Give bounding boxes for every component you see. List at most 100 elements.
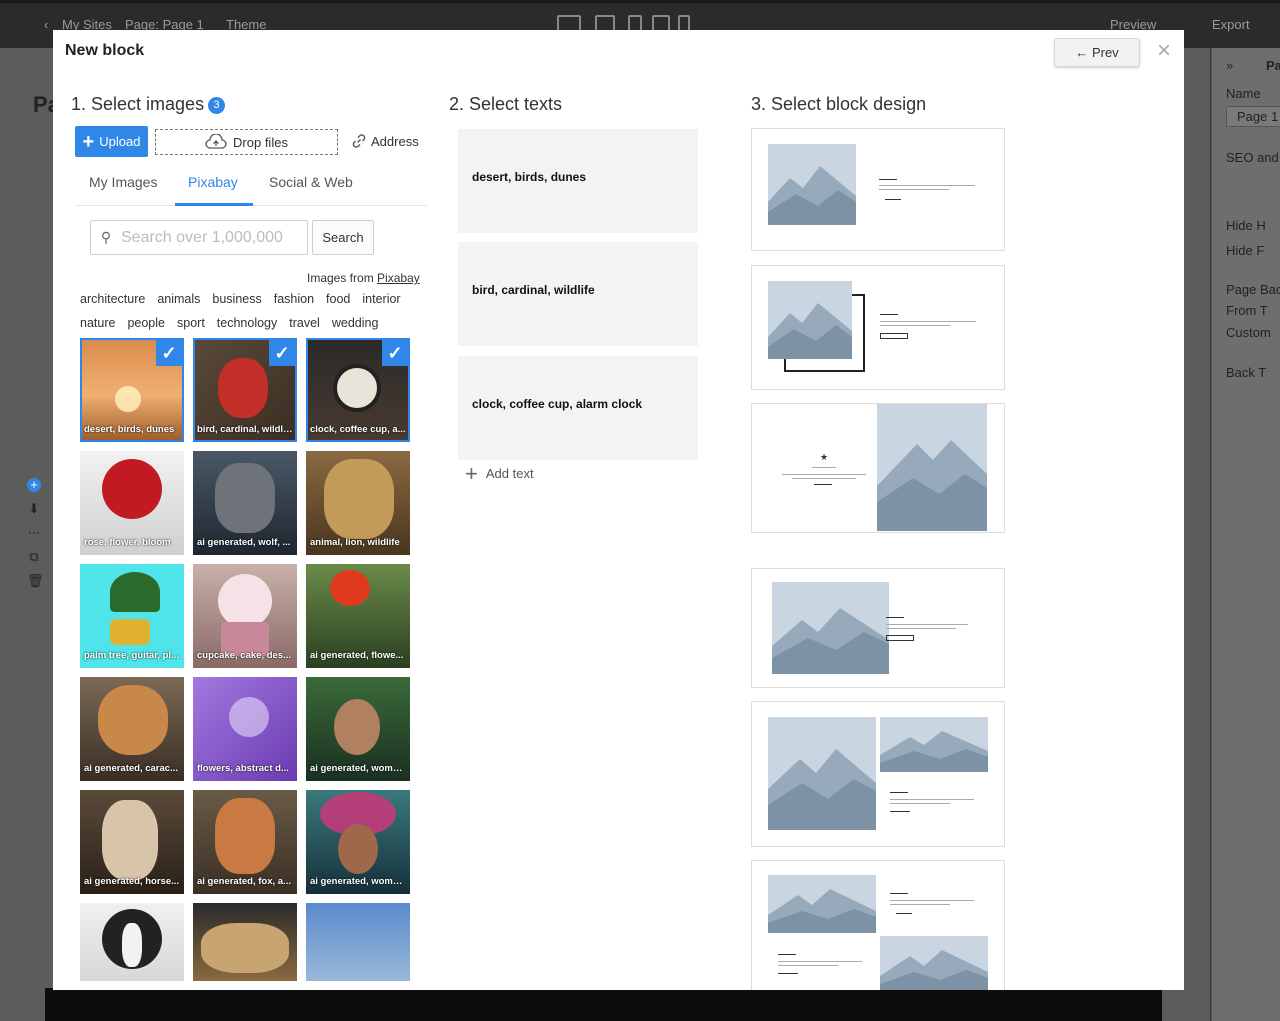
hide-footer-checkbox[interactable]: Hide F — [1226, 243, 1264, 258]
image-tile[interactable]: palm tree, guitar, pl... — [80, 564, 184, 668]
design-option-2[interactable] — [751, 265, 1005, 390]
image-tile[interactable]: ai generated, woma... — [306, 790, 410, 894]
image-art — [122, 923, 142, 967]
mini-button — [880, 333, 908, 339]
more-icon[interactable]: ⋯ — [27, 526, 41, 540]
collapse-panel-icon[interactable]: » — [1226, 58, 1233, 73]
add-block-icon[interactable]: + — [27, 478, 41, 492]
mini-text — [782, 474, 866, 475]
tab-pixabay[interactable]: Pixabay — [188, 174, 238, 190]
prev-button[interactable]: ← Prev — [1054, 38, 1140, 67]
delete-icon[interactable]: 🗑 — [27, 574, 44, 588]
image-tile[interactable]: ai generated, flowe... — [306, 564, 410, 668]
search-button[interactable]: Search — [312, 220, 374, 255]
upload-button[interactable]: + Upload — [75, 126, 148, 157]
image-tile[interactable]: rose, flower, bloom — [80, 451, 184, 555]
mini-heading — [879, 179, 897, 180]
pixabay-credit: Images from Pixabay — [307, 271, 420, 285]
mini-text — [879, 185, 975, 186]
image-tile[interactable]: ai generated, carac... — [80, 677, 184, 781]
image-tile[interactable] — [306, 903, 410, 981]
page-background-label: Page Back — [1226, 282, 1280, 297]
image-caption — [306, 974, 410, 981]
category-link[interactable]: travel — [289, 316, 320, 330]
name-input[interactable]: Page 1 — [1226, 106, 1280, 127]
image-placeholder-icon — [877, 404, 987, 531]
image-art — [102, 459, 162, 519]
image-caption: ai generated, wolf, ... — [197, 537, 291, 548]
checkmark-icon[interactable]: ✓ — [156, 340, 182, 366]
back-chevron-icon[interactable]: ‹ — [44, 17, 48, 32]
image-caption: ai generated, fox, a... — [197, 876, 291, 887]
design-option-1[interactable] — [751, 128, 1005, 251]
image-art — [201, 923, 289, 973]
image-tile[interactable] — [80, 903, 184, 981]
category-link[interactable]: architecture — [80, 292, 145, 306]
mini-text — [890, 900, 974, 901]
mini-text — [890, 799, 974, 800]
image-tile[interactable]: flowers, abstract d... — [193, 677, 297, 781]
image-tile[interactable]: ai generated, horse... — [80, 790, 184, 894]
star-icon: ★ — [820, 452, 829, 462]
duplicate-icon[interactable]: ⧉ — [27, 550, 41, 564]
image-caption: rose, flower, bloom — [84, 537, 171, 548]
checkmark-icon[interactable]: ✓ — [382, 340, 408, 366]
design-option-6[interactable] — [751, 860, 1005, 990]
text-card[interactable]: clock, coffee cup, alarm clock — [458, 356, 698, 460]
image-art — [98, 685, 168, 755]
design-option-4[interactable] — [751, 568, 1005, 688]
hide-header-checkbox[interactable]: Hide H — [1226, 218, 1266, 233]
category-link[interactable]: animals — [157, 292, 200, 306]
text-card[interactable]: desert, birds, dunes — [458, 129, 698, 233]
category-link[interactable]: technology — [217, 316, 277, 330]
mini-text — [890, 904, 950, 905]
image-art — [115, 386, 141, 412]
image-caption: clock, coffee cup, a... — [310, 424, 406, 435]
category-link[interactable]: fashion — [274, 292, 314, 306]
category-link[interactable]: business — [212, 292, 261, 306]
image-tile[interactable]: ✓ clock, coffee cup, a... — [306, 338, 410, 442]
category-link[interactable]: nature — [80, 316, 115, 330]
mini-text — [880, 325, 950, 326]
image-tile[interactable]: ai generated, woma... — [306, 677, 410, 781]
category-link[interactable]: people — [127, 316, 165, 330]
close-icon[interactable]: × — [1153, 39, 1175, 63]
custom-radio[interactable]: Custom — [1226, 325, 1271, 340]
category-link[interactable]: food — [326, 292, 350, 306]
move-down-icon[interactable]: ⬇ — [27, 502, 41, 516]
image-caption: ai generated, horse... — [84, 876, 180, 887]
category-link[interactable]: wedding — [332, 316, 379, 330]
export-button[interactable]: Export — [1212, 17, 1250, 32]
tab-social-web[interactable]: Social & Web — [269, 174, 353, 190]
text-card[interactable]: bird, cardinal, wildlife — [458, 242, 698, 346]
image-tile[interactable]: ✓ bird, cardinal, wildli... — [193, 338, 297, 442]
tab-my-images[interactable]: My Images — [89, 174, 157, 190]
back-to-top-checkbox[interactable]: Back T — [1226, 365, 1266, 380]
search-icon: ⚲ — [100, 229, 112, 245]
image-caption: desert, birds, dunes — [84, 424, 175, 435]
from-theme-radio[interactable]: From T — [1226, 303, 1268, 318]
category-link[interactable]: interior — [362, 292, 400, 306]
image-tile[interactable] — [193, 903, 297, 981]
panel-header: Pa — [1266, 58, 1280, 73]
image-caption — [193, 974, 297, 981]
image-tile[interactable]: cupcake, cake, des... — [193, 564, 297, 668]
image-art — [324, 459, 394, 539]
design-option-5[interactable] — [751, 701, 1005, 847]
design-option-3[interactable]: ★ — [751, 403, 1005, 533]
add-text-button[interactable]: + Add text — [465, 462, 534, 484]
checkmark-icon[interactable]: ✓ — [269, 340, 295, 366]
mini-text — [886, 624, 968, 625]
search-input[interactable] — [121, 228, 306, 247]
pixabay-link[interactable]: Pixabay — [377, 271, 420, 285]
drop-files-zone[interactable]: Drop files — [155, 129, 338, 155]
image-tile[interactable]: ai generated, wolf, ... — [193, 451, 297, 555]
image-tile[interactable]: animal, lion, wildlife — [306, 451, 410, 555]
credit-prefix: Images from — [307, 271, 378, 285]
mini-text — [778, 965, 838, 966]
address-button[interactable]: Address — [351, 133, 419, 149]
category-link[interactable]: sport — [177, 316, 205, 330]
image-tile[interactable]: ✓ desert, birds, dunes — [80, 338, 184, 442]
category-row-1: architecture animals business fashion fo… — [80, 292, 440, 306]
image-tile[interactable]: ai generated, fox, a... — [193, 790, 297, 894]
